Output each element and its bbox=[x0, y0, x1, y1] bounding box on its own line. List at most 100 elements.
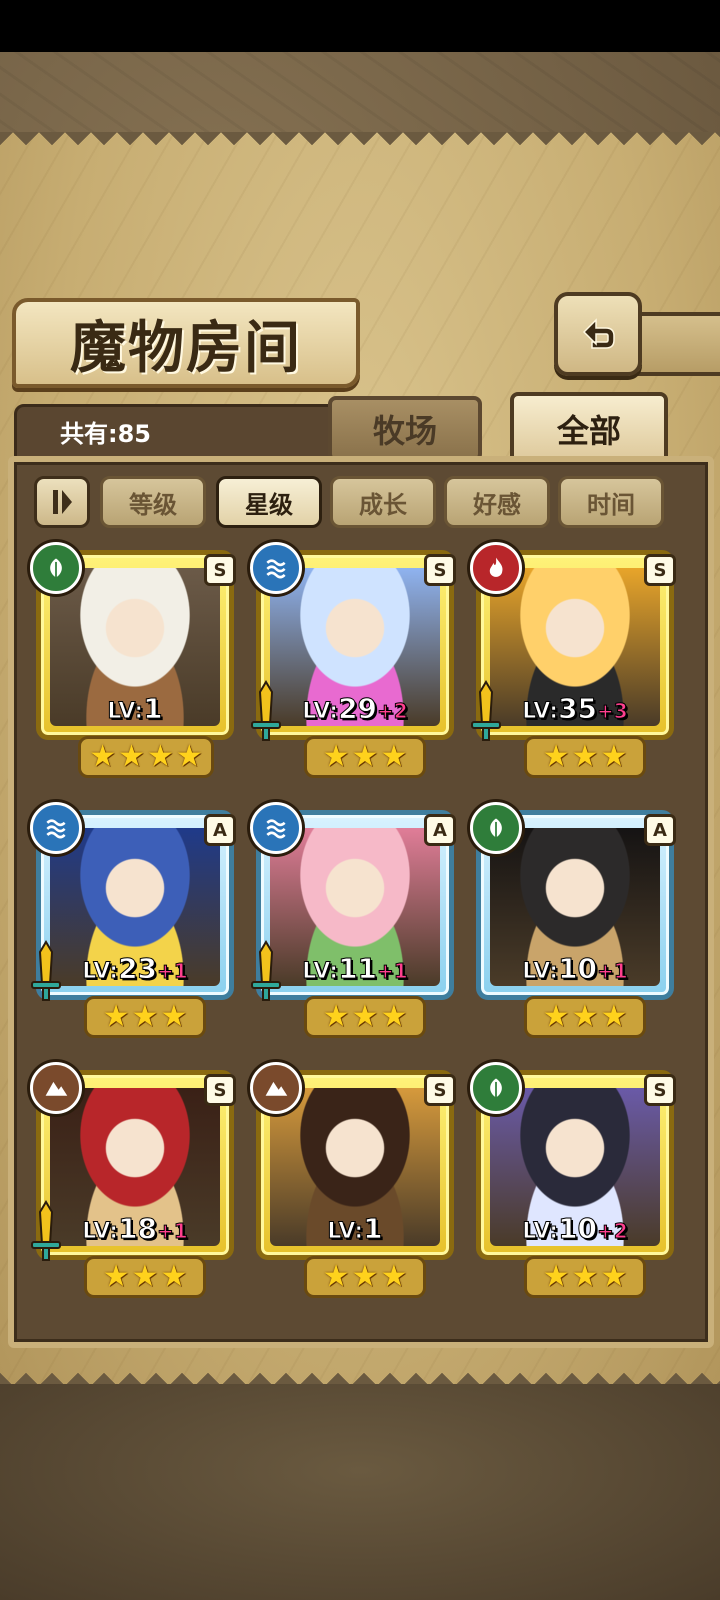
filter-button[interactable]: 好感 bbox=[444, 476, 550, 528]
star-rating: ★ ★ ★ bbox=[304, 736, 426, 778]
level-bonus: +1 bbox=[157, 959, 189, 984]
level-value: 23 bbox=[118, 952, 158, 986]
monster-card[interactable]: S LV:18+1 ★ ★ ★ bbox=[30, 1062, 240, 1298]
tab-ranch[interactable]: 牧场 bbox=[328, 396, 482, 462]
torn-edge-bottom bbox=[0, 1360, 720, 1386]
star-icon: ★ bbox=[118, 739, 145, 774]
level-label: LV:23+1 bbox=[36, 952, 234, 986]
rank-badge: S bbox=[424, 554, 456, 586]
star-icon: ★ bbox=[351, 1259, 379, 1294]
level-prefix: LV: bbox=[522, 1219, 559, 1245]
sort-order-button[interactable] bbox=[34, 476, 90, 528]
title-plate: 魔物房间 bbox=[12, 298, 360, 388]
leaf-icon bbox=[30, 542, 82, 594]
rank-badge: A bbox=[644, 814, 676, 846]
filter-button[interactable]: 等级 bbox=[100, 476, 206, 528]
star-icon: ★ bbox=[131, 1259, 159, 1294]
star-rating: ★ ★ ★ ★ bbox=[78, 736, 214, 778]
mountain-icon bbox=[30, 1062, 82, 1114]
back-button-bar bbox=[630, 312, 720, 376]
level-bonus: +2 bbox=[597, 1219, 629, 1244]
filter-button[interactable]: 成长 bbox=[330, 476, 436, 528]
level-value: 35 bbox=[558, 692, 598, 726]
tab-all[interactable]: 全部 bbox=[510, 392, 668, 466]
level-value: 11 bbox=[338, 952, 378, 986]
level-prefix: LV: bbox=[302, 699, 339, 725]
star-rating: ★ ★ ★ bbox=[524, 736, 646, 778]
footer-background bbox=[0, 1384, 720, 1600]
flame-icon bbox=[470, 542, 522, 594]
star-icon: ★ bbox=[102, 999, 130, 1034]
monster-card[interactable]: S LV:1 ★ ★ ★ bbox=[250, 1062, 460, 1298]
level-bonus: +1 bbox=[597, 959, 629, 984]
star-icon: ★ bbox=[600, 1259, 628, 1294]
star-icon: ★ bbox=[600, 999, 628, 1034]
level-prefix: LV: bbox=[522, 699, 559, 725]
level-prefix: LV: bbox=[302, 959, 339, 985]
level-label: LV:11+1 bbox=[256, 952, 454, 986]
level-prefix: LV: bbox=[522, 959, 559, 985]
star-icon: ★ bbox=[175, 739, 203, 774]
page-title: 魔物房间 bbox=[70, 314, 302, 381]
leaf-icon bbox=[470, 1062, 522, 1114]
level-label: LV:29+2 bbox=[256, 692, 454, 726]
star-icon: ★ bbox=[571, 739, 599, 774]
rank-badge: S bbox=[204, 554, 236, 586]
star-icon: ★ bbox=[380, 1259, 408, 1294]
star-icon: ★ bbox=[322, 1259, 350, 1294]
monster-card[interactable]: S LV:29+2 ★ ★ ★ bbox=[250, 542, 460, 778]
rank-badge: S bbox=[644, 1074, 676, 1106]
level-bonus: +3 bbox=[597, 699, 629, 724]
mountain-icon bbox=[250, 1062, 302, 1114]
level-bonus: +1 bbox=[377, 959, 409, 984]
return-arrow-icon bbox=[582, 318, 615, 349]
sort-order-icon bbox=[53, 490, 72, 514]
level-value: 29 bbox=[338, 692, 378, 726]
monster-card[interactable]: S LV:10+2 ★ ★ ★ bbox=[470, 1062, 680, 1298]
level-value: 1 bbox=[143, 692, 164, 726]
level-value: 10 bbox=[558, 952, 598, 986]
rank-badge: S bbox=[424, 1074, 456, 1106]
star-icon: ★ bbox=[542, 1259, 570, 1294]
star-rating: ★ ★ ★ bbox=[304, 996, 426, 1038]
level-prefix: LV: bbox=[327, 1219, 364, 1245]
monster-card[interactable]: A LV:11+1 ★ ★ ★ bbox=[250, 802, 460, 1038]
filter-button[interactable]: 星级 bbox=[216, 476, 322, 528]
level-bonus: +2 bbox=[377, 699, 409, 724]
star-icon: ★ bbox=[351, 999, 379, 1034]
monster-card[interactable]: A LV:10+1 ★ ★ ★ bbox=[470, 802, 680, 1038]
star-icon: ★ bbox=[131, 999, 159, 1034]
star-icon: ★ bbox=[160, 1259, 188, 1294]
water-waves-icon bbox=[250, 802, 302, 854]
level-value: 1 bbox=[363, 1212, 384, 1246]
star-icon: ★ bbox=[322, 999, 350, 1034]
star-icon: ★ bbox=[147, 739, 174, 774]
star-icon: ★ bbox=[600, 739, 628, 774]
level-label: LV:18+1 bbox=[36, 1212, 234, 1246]
monster-card[interactable]: S LV:1 ★ ★ ★ ★ bbox=[30, 542, 240, 778]
monster-card[interactable]: S LV:35+3 ★ ★ ★ bbox=[470, 542, 680, 778]
star-icon: ★ bbox=[380, 739, 408, 774]
back-button[interactable] bbox=[554, 292, 642, 376]
rank-badge: A bbox=[204, 814, 236, 846]
level-prefix: LV: bbox=[107, 699, 144, 725]
monster-card[interactable]: A LV:23+1 ★ ★ ★ bbox=[30, 802, 240, 1038]
star-icon: ★ bbox=[542, 739, 570, 774]
rank-badge: S bbox=[644, 554, 676, 586]
level-label: LV:1 bbox=[36, 692, 234, 726]
star-icon: ★ bbox=[571, 1259, 599, 1294]
level-prefix: LV: bbox=[82, 1219, 119, 1245]
star-icon: ★ bbox=[322, 739, 350, 774]
level-value: 10 bbox=[558, 1212, 598, 1246]
level-label: LV:35+3 bbox=[476, 692, 674, 726]
star-rating: ★ ★ ★ bbox=[524, 996, 646, 1038]
leaf-icon bbox=[470, 802, 522, 854]
filter-button[interactable]: 时间 bbox=[558, 476, 664, 528]
rank-badge: S bbox=[204, 1074, 236, 1106]
torn-edge-top bbox=[0, 132, 720, 158]
rank-badge: A bbox=[424, 814, 456, 846]
level-label: LV:10+2 bbox=[476, 1212, 674, 1246]
star-rating: ★ ★ ★ bbox=[84, 996, 206, 1038]
level-bonus: +1 bbox=[157, 1219, 189, 1244]
water-waves-icon bbox=[30, 802, 82, 854]
